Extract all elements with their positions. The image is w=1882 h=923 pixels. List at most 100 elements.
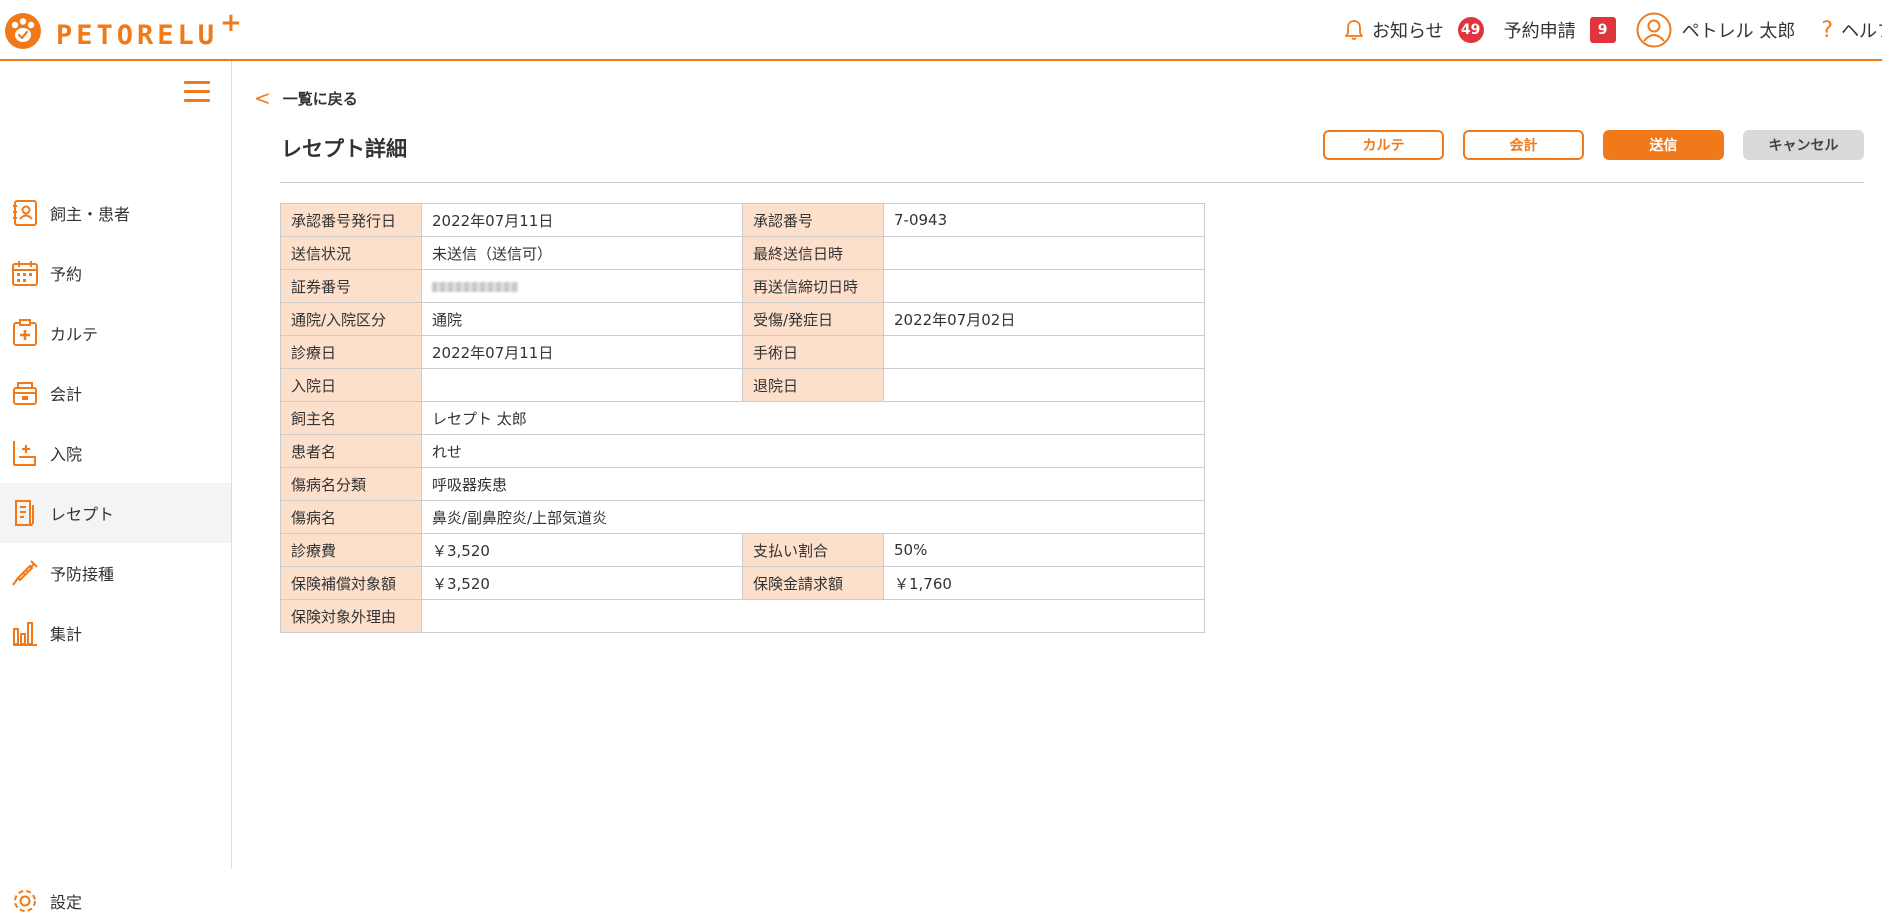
cancel-button[interactable]: キャンセル <box>1743 130 1864 160</box>
notifications-label: お知らせ <box>1372 21 1444 42</box>
discharge-date-label: 退院日 <box>742 368 884 402</box>
disease-name-label: 傷病名 <box>280 500 422 534</box>
notifications-button[interactable]: お知らせ 49 <box>1344 17 1484 43</box>
page-title: レセプト詳細 <box>281 137 407 161</box>
hamburger-menu-icon[interactable] <box>184 81 210 103</box>
table-row: 飼主名 レセプト 太郎 <box>280 401 1205 435</box>
treatment-fee-value: ￥3,520 <box>421 533 743 567</box>
visit-type-value: 通院 <box>421 302 743 336</box>
help-button[interactable]: ? ヘルプ <box>1821 17 1882 43</box>
last-sent-label: 最終送信日時 <box>742 236 884 270</box>
discharge-date-value <box>883 368 1205 402</box>
table-row: 診療費 ￥3,520 支払い割合 50% <box>280 533 1205 567</box>
policy-no-label: 証券番号 <box>280 269 422 303</box>
onset-date-value: 2022年07月02日 <box>883 302 1205 336</box>
sidebar: 飼主・患者 予約 カルテ 会計 入院 レセプト 予防接種 集計 設定 <box>0 61 232 912</box>
sidebar-item-label: カルテ <box>50 325 99 344</box>
redacted-policy-no <box>432 281 518 292</box>
resend-deadline-label: 再送信締切日時 <box>742 269 884 303</box>
sidebar-item-label: レセプト <box>50 505 115 524</box>
app-header: PETORELU + お知らせ 49 予約申請 9 ペトレル 太郎 ? ヘルプ <box>0 0 1882 61</box>
accounting-button[interactable]: 会計 <box>1463 130 1584 160</box>
sidebar-item-accounting[interactable]: 会計 <box>0 363 231 423</box>
bar-chart-icon <box>10 618 40 648</box>
payment-ratio-label: 支払い割合 <box>742 533 884 567</box>
table-row: 保険補償対象額 ￥3,520 保険金請求額 ￥1,760 <box>280 566 1205 600</box>
table-row: 承認番号発行日 2022年07月11日 承認番号 7-0943 <box>280 203 1205 237</box>
sidebar-item-label: 入院 <box>50 445 83 464</box>
calendar-icon <box>10 258 40 288</box>
table-row: 入院日 退院日 <box>280 368 1205 402</box>
approval-issue-date-value: 2022年07月11日 <box>421 203 743 237</box>
sidebar-item-appointments[interactable]: 予約 <box>0 243 231 303</box>
hospitalization-icon <box>10 438 40 468</box>
paw-logo-icon <box>5 13 41 49</box>
sidebar-item-label: 予約 <box>50 265 83 284</box>
logo-text: PETORELU <box>56 20 219 51</box>
disease-name-value: 鼻炎/副鼻腔炎/上部気道炎 <box>421 500 1205 534</box>
table-row: 送信状況 未送信（送信可） 最終送信日時 <box>280 236 1205 270</box>
user-menu[interactable]: ペトレル 太郎 <box>1636 12 1796 48</box>
owner-patient-icon <box>10 198 40 228</box>
sidebar-item-receipt[interactable]: レセプト <box>0 483 231 543</box>
receipt-detail-table: 承認番号発行日 2022年07月11日 承認番号 7-0943 送信状況 未送信… <box>280 203 1205 633</box>
booking-requests-label: 予約申請 <box>1503 21 1576 42</box>
back-label: 一覧に戻る <box>282 89 358 108</box>
treatment-fee-label: 診療費 <box>280 533 422 567</box>
payment-ratio-value: 50% <box>883 533 1205 567</box>
receipt-icon <box>10 498 40 528</box>
sidebar-item-label: 予防接種 <box>50 565 115 584</box>
onset-date-label: 受傷/発症日 <box>742 302 884 336</box>
claim-amount-label: 保険金請求額 <box>742 566 884 600</box>
booking-count-badge: 9 <box>1589 17 1616 43</box>
syringe-icon <box>10 558 40 588</box>
booking-requests-button[interactable]: 予約申請 9 <box>1504 17 1616 43</box>
sidebar-item-settings[interactable]: 設定 <box>0 879 231 923</box>
sidebar-item-statistics[interactable]: 集計 <box>0 603 231 663</box>
sidebar-item-label: 飼主・患者 <box>50 205 131 224</box>
sidebar-item-label: 集計 <box>50 625 83 644</box>
patient-name-label: 患者名 <box>280 434 422 468</box>
resend-deadline-value <box>883 269 1205 303</box>
karte-button[interactable]: カルテ <box>1323 130 1444 160</box>
user-name: ペトレル 太郎 <box>1681 21 1796 42</box>
back-to-list-link[interactable]: < 一覧に戻る <box>254 86 358 110</box>
header-actions: お知らせ 49 予約申請 9 ペトレル 太郎 ? ヘルプ <box>1344 12 1882 48</box>
approval-issue-date-label: 承認番号発行日 <box>280 203 422 237</box>
sidebar-item-label: 会計 <box>50 385 83 404</box>
gear-icon <box>10 886 40 916</box>
table-row: 診療日 2022年07月11日 手術日 <box>280 335 1205 369</box>
disease-category-value: 呼吸器疾患 <box>421 467 1205 501</box>
settings-label: 設定 <box>50 893 83 912</box>
approval-no-label: 承認番号 <box>742 203 884 237</box>
treatment-date-label: 診療日 <box>280 335 422 369</box>
help-question-icon: ? <box>1821 17 1834 43</box>
claim-amount-value: ￥1,760 <box>883 566 1205 600</box>
sidebar-item-hospitalization[interactable]: 入院 <box>0 423 231 483</box>
title-divider <box>280 182 1864 183</box>
owner-name-value: レセプト 太郎 <box>421 401 1205 435</box>
sidebar-item-owner-patient[interactable]: 飼主・患者 <box>0 183 231 243</box>
covered-amount-value: ￥3,520 <box>421 566 743 600</box>
logo-plus: + <box>220 8 242 38</box>
admission-date-label: 入院日 <box>280 368 422 402</box>
surgery-date-value <box>883 335 1205 369</box>
app-logo[interactable]: PETORELU + <box>4 8 242 51</box>
sidebar-item-vaccination[interactable]: 予防接種 <box>0 543 231 603</box>
owner-name-label: 飼主名 <box>280 401 422 435</box>
table-row: 傷病名分類 呼吸器疾患 <box>280 467 1205 501</box>
surgery-date-label: 手術日 <box>742 335 884 369</box>
register-icon <box>10 378 40 408</box>
policy-no-value <box>421 269 743 303</box>
medical-chart-icon <box>10 318 40 348</box>
bell-icon <box>1345 20 1363 40</box>
table-row: 保険対象外理由 <box>280 599 1205 633</box>
disease-category-label: 傷病名分類 <box>280 467 422 501</box>
sidebar-item-karte[interactable]: カルテ <box>0 303 231 363</box>
send-button[interactable]: 送信 <box>1603 130 1724 160</box>
patient-name-value: れせ <box>421 434 1205 468</box>
last-sent-value <box>883 236 1205 270</box>
exclusion-reason-label: 保険対象外理由 <box>280 599 422 633</box>
notifications-count-badge: 49 <box>1457 17 1484 43</box>
approval-no-value: 7-0943 <box>883 203 1205 237</box>
